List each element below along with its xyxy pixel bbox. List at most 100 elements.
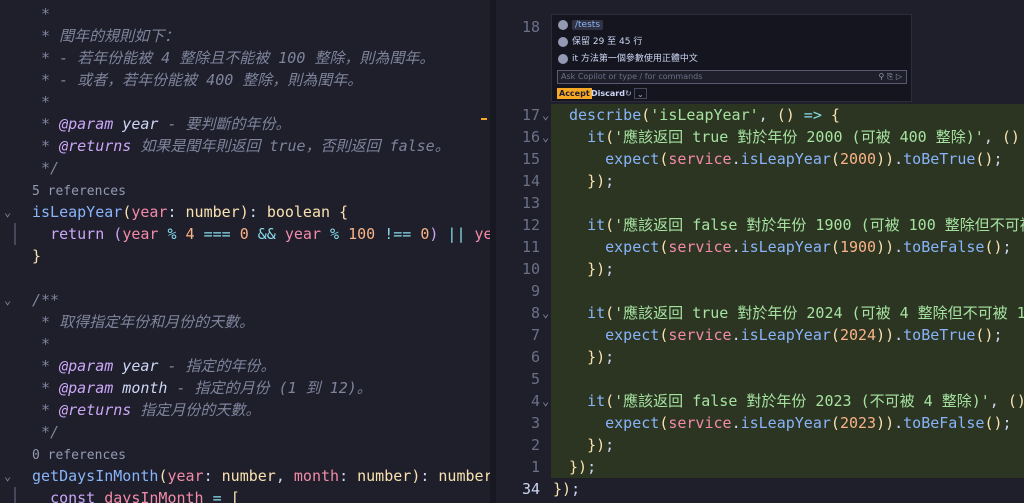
line-text: * - 若年份能被 4 整除且不能被 100 整除，則為閏年。: [32, 47, 434, 69]
token: service: [668, 326, 732, 344]
token: *: [32, 115, 60, 133]
input-actions-icons[interactable]: ⚲ ⎘ ▷: [879, 71, 903, 83]
token: expect: [605, 238, 660, 256]
code-line: 15 expect(service.isLeapYear(2000)).toBe…: [496, 148, 1024, 170]
user-avatar-icon: [558, 36, 568, 47]
token: 2023: [839, 414, 877, 432]
token: }: [32, 247, 42, 265]
line-text: return (year % 4 === 0 && year % 100 !==…: [32, 223, 490, 245]
chevron-down-icon[interactable]: ⌄: [634, 88, 647, 99]
token: *: [32, 357, 60, 375]
token: *: [32, 93, 51, 111]
line-number: 2: [530, 436, 540, 454]
line-text: });: [569, 346, 614, 368]
line-text: /**: [32, 289, 59, 311]
accept-button[interactable]: Accept: [557, 88, 592, 99]
line-text: * 閏年的規則如下：: [32, 25, 179, 47]
token: @returns: [59, 137, 132, 155]
token: (: [830, 326, 840, 344]
line-text: expect(service.isLeapYear(2024)).toBeTru…: [569, 324, 1002, 346]
fold-chevron-icon[interactable]: ⌄: [4, 465, 11, 487]
code-line: 11 expect(service.isLeapYear(1900)).toBe…: [496, 236, 1024, 258]
token: :: [203, 467, 222, 485]
token: .: [894, 238, 904, 256]
line-number: 18: [521, 18, 540, 36]
token: service: [668, 238, 732, 256]
token: 'isLeapYear': [650, 106, 759, 124]
token: *: [32, 335, 51, 353]
fold-chevron-icon[interactable]: ⌄: [542, 390, 549, 412]
fold-chevron-icon[interactable]: ⌄: [4, 201, 11, 223]
left-editor-pane[interactable]: * * 閏年的規則如下： * - 若年份能被 4 整除且不能被 100 整除，則…: [0, 0, 490, 503]
token: )): [876, 150, 895, 168]
line-text: *: [32, 333, 50, 355]
line-text: 5 references: [32, 179, 126, 203]
token: 4: [185, 225, 195, 243]
code-line: 3 expect(service.isLeapYear(2023)).toBeF…: [496, 412, 1024, 434]
token: @param: [59, 379, 114, 397]
line-text: 0 references: [32, 443, 126, 467]
token: ): [411, 467, 421, 485]
inline-diff-highlight: [551, 456, 1024, 478]
token: ;: [571, 480, 581, 498]
fold-chevron-icon[interactable]: ⌄: [542, 104, 549, 126]
codelens-references[interactable]: 0 references: [0, 443, 490, 465]
token: (): [1001, 128, 1020, 146]
fold-chevron-icon[interactable]: ⌄: [542, 302, 549, 324]
token: ||: [438, 225, 475, 243]
retry-icon[interactable]: ↻: [623, 88, 634, 99]
copilot-history-item[interactable]: 保留 29 至 45 行: [558, 34, 642, 50]
token: )): [876, 238, 895, 256]
user-avatar-icon: [558, 19, 568, 30]
token: ===: [194, 225, 240, 243]
fold-chevron-icon[interactable]: ⌄: [4, 289, 11, 311]
token: }): [587, 436, 606, 454]
token: .: [894, 150, 904, 168]
token: *: [32, 379, 60, 397]
code-line: * @returns 如果是閏年則返回 true，否則返回 false。: [0, 135, 490, 157]
code-line: * @param month - 指定的月份 (1 到 12)。: [0, 377, 490, 399]
line-text: */: [32, 421, 59, 443]
token: toBeFalse: [903, 414, 985, 432]
token: ;: [587, 458, 597, 476]
discard-button[interactable]: Discard: [589, 88, 627, 99]
token: %: [158, 225, 186, 243]
token: year: [113, 357, 159, 375]
token: '應該返回 false 對於年份 2023 (不可被 4 整除)': [614, 392, 990, 410]
token: /**: [32, 291, 60, 309]
user-avatar-icon: [558, 53, 568, 64]
fold-chevron-icon[interactable]: ⌄: [542, 126, 549, 148]
token: *: [32, 137, 60, 155]
indent-guide: [14, 223, 16, 245]
copilot-prompt-input[interactable]: Ask Copilot or type / for commands ⚲ ⎘ ▷: [557, 70, 907, 84]
copilot-history-item[interactable]: it 方法第一個參數使用正體中文: [558, 51, 698, 67]
token: 0 references: [32, 448, 126, 463]
token: ye: [474, 225, 490, 243]
copilot-history-item[interactable]: /tests: [558, 17, 604, 33]
line-text: const daysInMonth = [: [32, 487, 240, 503]
codelens-references[interactable]: 5 references: [0, 179, 490, 201]
line-text: it('應該返回 false 對於年份 1900 (可被 100 整除但不可被: [569, 214, 1024, 236]
token: )): [876, 326, 895, 344]
token: */: [32, 423, 60, 441]
code-line: */: [0, 157, 490, 179]
line-number: 34: [521, 480, 540, 498]
token: (: [605, 128, 615, 146]
token: (: [659, 150, 669, 168]
token: */: [32, 159, 60, 177]
token: (): [975, 326, 994, 344]
token: ;: [605, 436, 615, 454]
code-line: 14 });: [496, 170, 1024, 192]
token: (: [659, 238, 669, 256]
code-line: * 閏年的規則如下：: [0, 25, 490, 47]
token: isLeapYear: [32, 203, 123, 221]
